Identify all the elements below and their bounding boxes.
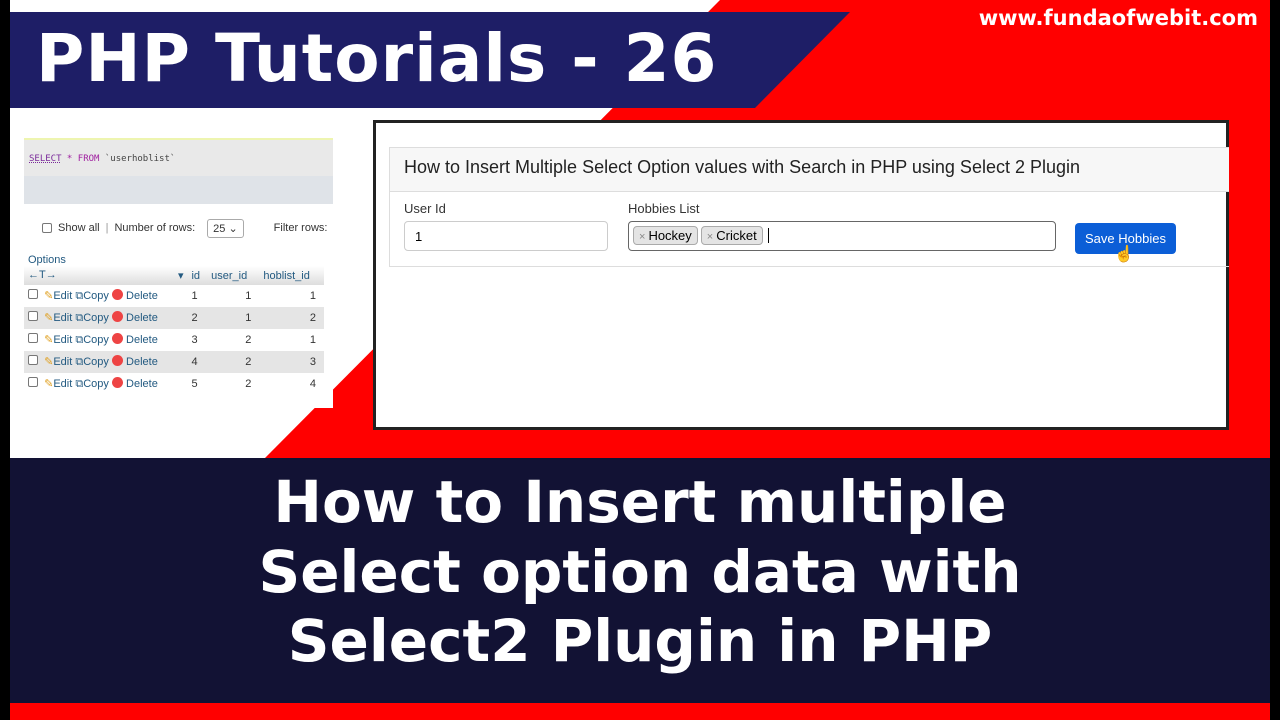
cell-user-id: 1 bbox=[245, 290, 252, 302]
pencil-icon: ✎ bbox=[44, 378, 54, 390]
sql-keyword: SELECT bbox=[29, 154, 62, 164]
series-title: PHP Tutorials - 26 bbox=[36, 20, 718, 97]
rows-label: Number of rows: bbox=[114, 222, 196, 234]
delete-icon bbox=[111, 289, 123, 300]
row-checkbox[interactable] bbox=[28, 333, 38, 343]
delete-icon bbox=[111, 355, 123, 366]
cell-hoblist-id: 1 bbox=[309, 334, 316, 346]
sql-table: `userhoblist` bbox=[104, 154, 176, 164]
edit-link[interactable]: Edit bbox=[53, 290, 72, 302]
copy-link[interactable]: Copy bbox=[83, 290, 109, 302]
sql-text: * FROM bbox=[61, 154, 105, 164]
options-link[interactable]: Options bbox=[24, 254, 333, 266]
table-row: ✎Edit ⧉Copy Delete 1 1 1 bbox=[24, 285, 324, 307]
cell-hoblist-id: 3 bbox=[259, 351, 324, 373]
delete-link[interactable]: Delete bbox=[126, 378, 158, 390]
col-hoblist-id[interactable]: hoblist_id bbox=[259, 266, 324, 285]
bottom-red-strip bbox=[0, 703, 1280, 720]
cell-user-id: 2 bbox=[207, 351, 260, 373]
sql-query: SELECT * FROM `userhoblist` bbox=[24, 138, 333, 176]
tag-cricket: × Cricket bbox=[700, 226, 763, 245]
column-arrows[interactable]: ←T→ ▾ bbox=[24, 266, 188, 285]
pencil-icon: ✎ bbox=[44, 312, 54, 324]
show-all-label: Show all bbox=[58, 222, 100, 234]
cell-id: 2 bbox=[187, 307, 208, 329]
rows-value: 25 bbox=[213, 222, 226, 235]
row-actions: ✎Edit ⧉Copy Delete bbox=[24, 373, 187, 395]
edit-link[interactable]: Edit bbox=[53, 378, 72, 390]
delete-link[interactable]: Delete bbox=[126, 356, 158, 368]
delete-link[interactable]: Delete bbox=[126, 334, 158, 346]
copy-link[interactable]: Copy bbox=[83, 356, 109, 368]
copy-link[interactable]: Copy bbox=[83, 312, 109, 324]
edit-link[interactable]: Edit bbox=[53, 312, 72, 324]
cell-hoblist-id: 1 bbox=[309, 290, 316, 302]
row-checkbox[interactable] bbox=[28, 377, 38, 387]
cell-user-id: 1 bbox=[207, 307, 260, 329]
phpmyadmin-panel: SELECT * FROM `userhoblist` Show all | N… bbox=[24, 138, 333, 408]
col-user-id[interactable]: user_id bbox=[207, 266, 260, 285]
tag-hockey: × Hockey bbox=[633, 226, 698, 245]
delete-icon bbox=[111, 311, 123, 322]
tag-label: Cricket bbox=[716, 228, 757, 243]
results-table: ←T→ ▾ id user_id hoblist_id ✎Edit ⧉Copy D… bbox=[24, 266, 324, 395]
show-all-checkbox[interactable] bbox=[42, 223, 52, 233]
delete-link[interactable]: Delete bbox=[126, 290, 158, 302]
row-actions: ✎Edit ⧉Copy Delete bbox=[24, 307, 188, 329]
website-url: www.fundaofwebit.com bbox=[978, 6, 1258, 30]
cell-id: 3 bbox=[191, 334, 198, 346]
col-id[interactable]: id bbox=[187, 266, 208, 285]
delete-link[interactable]: Delete bbox=[126, 312, 158, 324]
headline: How to Insert multiple Select option dat… bbox=[0, 468, 1280, 677]
row-actions: ✎Edit ⧉Copy Delete bbox=[24, 329, 187, 351]
cell-user-id: 2 bbox=[245, 378, 252, 390]
table-row: ✎Edit ⧉Copy Delete 3 2 1 bbox=[24, 329, 324, 351]
headline-line-2: Select option data with bbox=[258, 537, 1022, 606]
headline-line-3: Select2 Plugin in PHP bbox=[287, 607, 993, 676]
row-actions: ✎Edit ⧉Copy Delete bbox=[24, 285, 187, 307]
sql-toolbar bbox=[24, 176, 333, 204]
hobbies-label: Hobbies List bbox=[628, 201, 700, 216]
user-id-input[interactable]: 1 bbox=[404, 221, 608, 251]
text-cursor bbox=[767, 228, 773, 243]
rows-select[interactable]: 25 ⌄ bbox=[207, 218, 244, 238]
arrows: ←T→ bbox=[28, 269, 57, 281]
user-id-label: User Id bbox=[404, 201, 446, 216]
row-actions: ✎Edit ⧉Copy Delete bbox=[24, 351, 188, 373]
copy-link[interactable]: Copy bbox=[83, 378, 109, 390]
row-checkbox[interactable] bbox=[28, 355, 38, 365]
table-row: ✎Edit ⧉Copy Delete 4 2 3 bbox=[24, 351, 324, 373]
cell-id: 1 bbox=[191, 290, 198, 302]
hobbies-select[interactable]: × Hockey × Cricket bbox=[628, 221, 1056, 251]
edit-link[interactable]: Edit bbox=[53, 356, 72, 368]
row-checkbox[interactable] bbox=[28, 311, 38, 321]
form-card: How to Insert Multiple Select Option val… bbox=[389, 147, 1229, 267]
delete-icon bbox=[111, 333, 123, 344]
pencil-icon: ✎ bbox=[44, 334, 54, 346]
tag-label: Hockey bbox=[648, 228, 692, 243]
copy-link[interactable]: Copy bbox=[83, 334, 109, 346]
cell-user-id: 2 bbox=[245, 334, 252, 346]
form-window: How to Insert Multiple Select Option val… bbox=[373, 120, 1229, 430]
cell-hoblist-id: 4 bbox=[309, 378, 316, 390]
delete-icon bbox=[111, 377, 123, 388]
table-row: ✎Edit ⧉Copy Delete 2 1 2 bbox=[24, 307, 324, 329]
headline-line-1: How to Insert multiple bbox=[273, 468, 1007, 536]
hand-cursor-icon: ☝ bbox=[1114, 246, 1134, 263]
cell-hoblist-id: 2 bbox=[259, 307, 324, 329]
edit-link[interactable]: Edit bbox=[53, 334, 72, 346]
pencil-icon: ✎ bbox=[44, 290, 54, 302]
card-title: How to Insert Multiple Select Option val… bbox=[390, 148, 1229, 192]
pencil-icon: ✎ bbox=[44, 356, 54, 368]
cell-id: 4 bbox=[187, 351, 208, 373]
table-row: ✎Edit ⧉Copy Delete 5 2 4 bbox=[24, 373, 324, 395]
filter-label: Filter rows: bbox=[273, 222, 328, 234]
cell-id: 5 bbox=[191, 378, 198, 390]
remove-icon[interactable]: × bbox=[707, 231, 713, 243]
row-checkbox[interactable] bbox=[28, 289, 38, 299]
remove-icon[interactable]: × bbox=[639, 231, 645, 243]
